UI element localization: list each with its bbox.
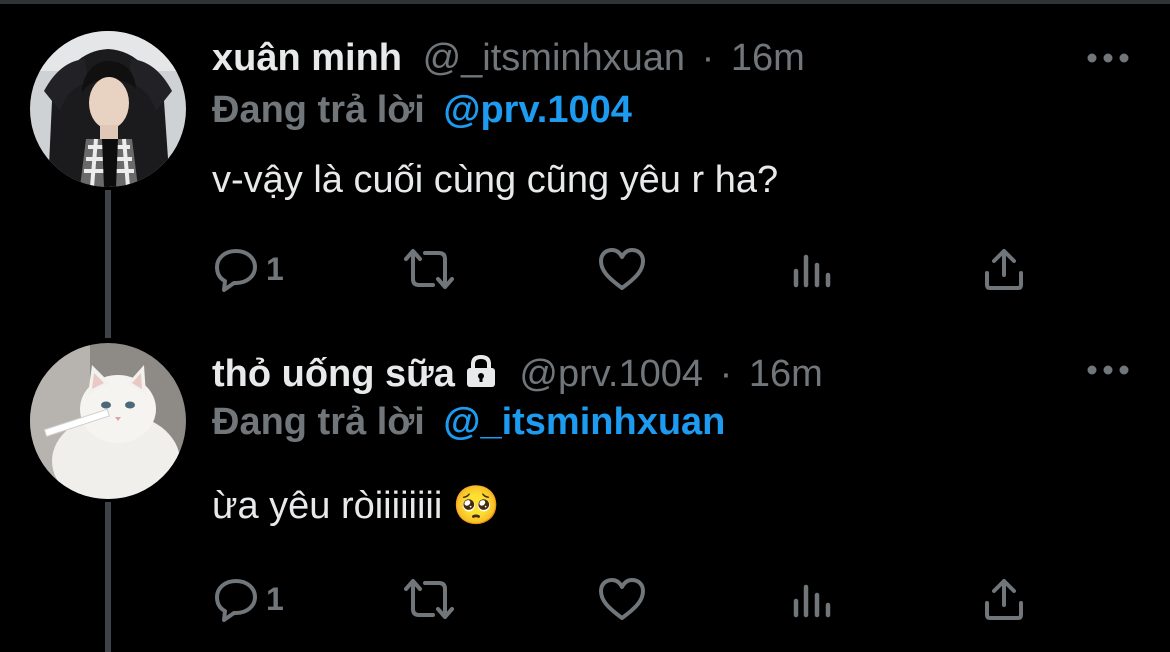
more-options-button[interactable] [1086, 50, 1130, 66]
heart-icon [599, 578, 645, 620]
like-button[interactable] [597, 244, 647, 294]
replying-to-label: Đang trả lời [212, 401, 425, 443]
views-button[interactable] [792, 574, 832, 624]
bar-chart-icon [793, 254, 831, 288]
share-button[interactable] [982, 244, 1026, 294]
retweet-icon [404, 249, 454, 289]
avatar-photo [30, 31, 186, 187]
separator-dot: · [701, 37, 715, 79]
replying-to-mention[interactable]: @prv.1004 [443, 89, 631, 131]
timestamp[interactable]: 16m [749, 353, 823, 395]
reply-button[interactable]: 1 [212, 574, 284, 624]
timestamp[interactable]: 16m [731, 37, 805, 79]
tweet[interactable]: thỏ uống sữa @prv.1004 · 16m Đang trả lờ… [0, 330, 1170, 652]
retweet-button[interactable] [400, 244, 458, 294]
user-handle[interactable]: @prv.1004 [519, 353, 703, 395]
avatar[interactable] [30, 31, 186, 187]
replying-to: Đang trả lời @_itsminhxuan [212, 400, 725, 444]
share-button[interactable] [982, 574, 1026, 624]
tweet-header: xuân minh @_itsminhxuan · 16m [212, 36, 805, 80]
like-button[interactable] [597, 574, 647, 624]
reply-icon [215, 249, 257, 292]
reply-icon [215, 579, 257, 622]
user-handle[interactable]: @_itsminhxuan [423, 37, 685, 79]
heart-icon [599, 248, 645, 290]
tweet-actions: 1 [212, 244, 1052, 294]
tweet-text: ừa yêu ròiiiiiiii 🥺 [212, 485, 501, 527]
replying-to: Đang trả lời @prv.1004 [212, 88, 632, 132]
reply-count: 1 [266, 580, 284, 617]
more-dots-icon [1087, 53, 1129, 63]
tweet-actions: 1 [212, 574, 1052, 624]
avatar-photo [30, 343, 186, 499]
share-icon [985, 579, 1023, 620]
tweet-text: v-vậy là cuối cùng cũng yêu r ha? [212, 159, 779, 201]
reply-count: 1 [266, 250, 284, 287]
replying-to-label: Đang trả lời [212, 89, 425, 131]
lock-icon [466, 354, 495, 387]
tweet[interactable]: xuân minh @_itsminhxuan · 16m Đang trả l… [0, 0, 1170, 330]
separator-dot: · [719, 353, 733, 395]
reply-button[interactable]: 1 [212, 244, 284, 294]
reply-thread: xuân minh @_itsminhxuan · 16m Đang trả l… [0, 0, 1170, 652]
display-name[interactable]: thỏ uống sữa [212, 353, 455, 395]
display-name[interactable]: xuân minh [212, 37, 402, 79]
replying-to-mention[interactable]: @_itsminhxuan [443, 401, 725, 443]
avatar[interactable] [30, 343, 186, 499]
bar-chart-icon [793, 584, 831, 618]
retweet-icon [404, 579, 454, 619]
more-options-button[interactable] [1086, 362, 1130, 378]
protected-account-badge [463, 354, 499, 398]
views-button[interactable] [792, 244, 832, 294]
more-dots-icon [1087, 365, 1129, 375]
tweet-header: thỏ uống sữa @prv.1004 · 16m [212, 352, 823, 398]
share-icon [985, 249, 1023, 290]
retweet-button[interactable] [400, 574, 458, 624]
